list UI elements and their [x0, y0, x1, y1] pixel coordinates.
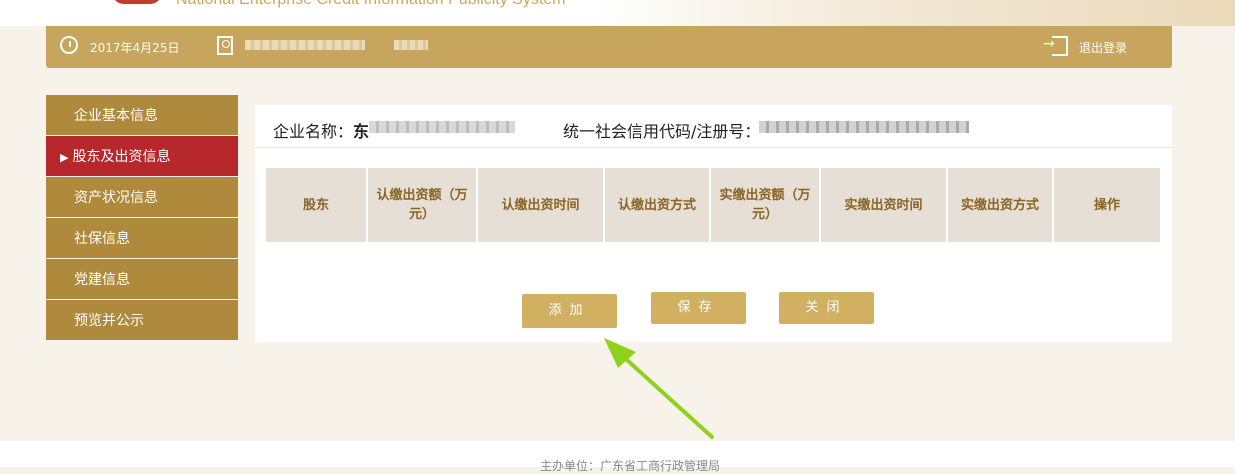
footer: 主办单位：广东省工商行政管理局	[0, 441, 1235, 473]
footer-sponsor-text: 主办单位：广东省工商行政管理局	[540, 459, 721, 473]
pointer-arrow-annotation	[604, 338, 714, 439]
